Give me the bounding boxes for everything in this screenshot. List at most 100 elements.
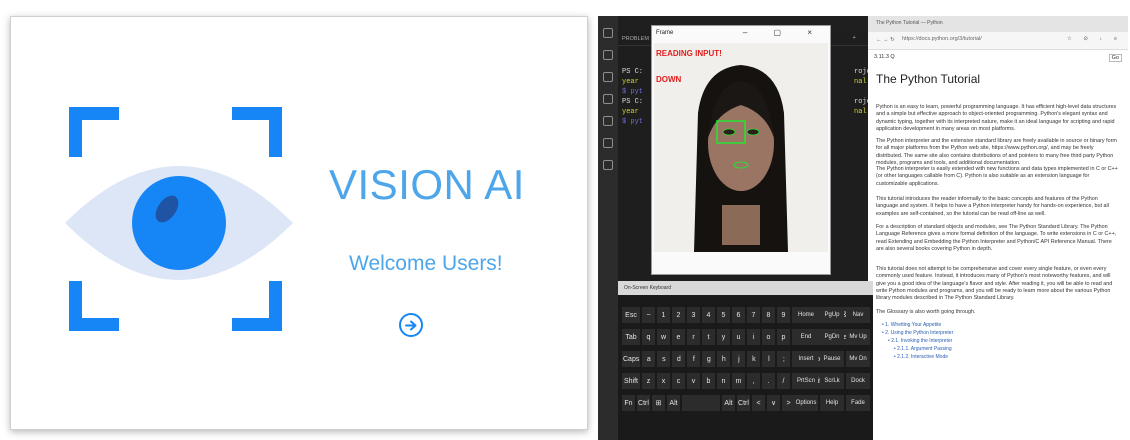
key[interactable]: j — [732, 351, 746, 367]
key[interactable]: t — [702, 329, 715, 345]
remote-explorer-icon[interactable] — [603, 116, 613, 126]
nav-key[interactable]: Dock — [846, 373, 870, 389]
key[interactable]: w — [657, 329, 670, 345]
reload-icon[interactable]: ↻ — [890, 37, 895, 43]
tutorial-paragraph: This tutorial does not attempt to be com… — [876, 266, 1113, 302]
key[interactable]: l — [762, 351, 776, 367]
key[interactable]: 6 — [732, 307, 745, 323]
toc-link[interactable]: • 2.1. Invoking the Interpreter — [888, 338, 952, 345]
address-bar[interactable]: https://docs.python.org/3/tutorial/ — [902, 36, 982, 42]
key[interactable]: 4 — [702, 307, 715, 323]
next-button[interactable] — [399, 313, 423, 337]
nav-key[interactable]: Help — [820, 395, 844, 411]
key[interactable]: n — [717, 373, 730, 389]
key[interactable]: s — [657, 351, 671, 367]
run-debug-icon[interactable] — [603, 94, 613, 104]
nav-key[interactable]: ScrLk — [820, 373, 844, 389]
key[interactable]: , — [747, 373, 760, 389]
key[interactable]: 3 — [687, 307, 700, 323]
key[interactable]: a — [642, 351, 656, 367]
nav-key[interactable]: PgUp — [820, 307, 844, 323]
direction-label: DOWN — [656, 75, 682, 84]
key[interactable]: . — [762, 373, 775, 389]
key[interactable]: Ctrl — [637, 395, 650, 411]
version-select[interactable]: 3.11.3 — [874, 54, 889, 60]
nav-key[interactable]: Insert — [794, 351, 818, 367]
key[interactable]: f — [687, 351, 701, 367]
key[interactable]: Esc — [622, 307, 640, 323]
toc-link[interactable]: • 1. Whetting Your Appetite — [882, 322, 941, 329]
nav-key[interactable]: PgDn — [820, 329, 844, 345]
vscode-activity-bar — [598, 16, 618, 440]
key[interactable]: i — [747, 329, 760, 345]
key[interactable]: Fn — [622, 395, 635, 411]
toc-link[interactable]: • 2.1.1. Argument Passing — [894, 346, 952, 353]
key[interactable]: ; — [777, 351, 791, 367]
problems-tab[interactable]: PROBLEM — [622, 36, 649, 42]
source-control-icon[interactable] — [603, 72, 613, 82]
nav-key[interactable]: Home — [794, 307, 818, 323]
nav-key[interactable]: PrtScn — [794, 373, 818, 389]
window-controls[interactable]: – ▢ × — [743, 28, 824, 37]
toc-link[interactable]: • 2.1.2. Interactive Mode — [894, 354, 948, 361]
key[interactable]: ∨ — [767, 395, 780, 411]
back-icon[interactable]: ← — [876, 37, 882, 43]
key[interactable]: y — [717, 329, 730, 345]
nav-key[interactable]: Nav — [846, 307, 870, 323]
nav-key[interactable]: Pause — [820, 351, 844, 367]
key[interactable]: q — [642, 329, 655, 345]
key[interactable]: o — [762, 329, 775, 345]
key[interactable]: Tab — [622, 329, 640, 345]
toc-link[interactable]: • 2. Using the Python Interpreter — [882, 330, 953, 337]
extensions-icon[interactable] — [603, 138, 613, 148]
search-icon[interactable] — [603, 50, 613, 60]
key[interactable]: Shift — [622, 373, 640, 389]
camera-feed: READING INPUT! DOWN — [654, 43, 828, 252]
key[interactable]: v — [687, 373, 700, 389]
key[interactable]: h — [717, 351, 731, 367]
nav-key[interactable]: End — [794, 329, 818, 345]
browser-tab[interactable]: The Python Tutorial — Python — [868, 16, 1128, 32]
key[interactable]: 7 — [747, 307, 760, 323]
tutorial-paragraph: The Python interpreter and the extensive… — [876, 138, 1117, 166]
tutorial-paragraph: The Python interpreter is easily extende… — [876, 166, 1118, 187]
nav-key[interactable]: Fade — [846, 395, 870, 411]
key[interactable]: 1 — [657, 307, 670, 323]
search-input[interactable]: Q — [890, 54, 894, 60]
key[interactable]: m — [732, 373, 745, 389]
key[interactable]: 8 — [762, 307, 775, 323]
explorer-icon[interactable] — [603, 28, 613, 38]
browser-toolbar-icons[interactable]: ☆ ⊘ ↓ ≡ — [1067, 36, 1122, 42]
key[interactable]: p — [777, 329, 790, 345]
key[interactable]: z — [642, 373, 655, 389]
testing-icon[interactable] — [603, 160, 613, 170]
key[interactable]: x — [657, 373, 670, 389]
key[interactable]: Alt — [722, 395, 735, 411]
key[interactable]: k — [747, 351, 761, 367]
forward-icon[interactable]: → — [883, 37, 889, 43]
key[interactable]: Alt — [667, 395, 680, 411]
nav-key[interactable]: Mv Dn — [846, 351, 870, 367]
key[interactable]: 2 — [672, 307, 685, 323]
key[interactable]: < — [752, 395, 765, 411]
key[interactable] — [682, 395, 720, 411]
key[interactable]: c — [672, 373, 685, 389]
key[interactable]: Caps — [622, 351, 641, 367]
key[interactable]: 9 — [777, 307, 790, 323]
frame-window: Frame – ▢ × READING INPUT! DOWN — [651, 25, 831, 275]
key[interactable]: u — [732, 329, 745, 345]
key[interactable]: r — [687, 329, 700, 345]
key[interactable]: / — [777, 373, 790, 389]
key[interactable]: ⊞ — [652, 395, 665, 411]
key[interactable]: ~ — [642, 307, 655, 323]
key[interactable]: Ctrl — [737, 395, 750, 411]
tutorial-paragraph: For a description of standard objects an… — [876, 224, 1117, 252]
key[interactable]: 5 — [717, 307, 730, 323]
go-button[interactable]: Go — [1108, 54, 1122, 62]
nav-key[interactable]: Mv Up — [846, 329, 870, 345]
key[interactable]: b — [702, 373, 715, 389]
key[interactable]: g — [702, 351, 716, 367]
key[interactable]: d — [672, 351, 686, 367]
key[interactable]: e — [672, 329, 685, 345]
nav-key[interactable]: Options — [794, 395, 818, 411]
